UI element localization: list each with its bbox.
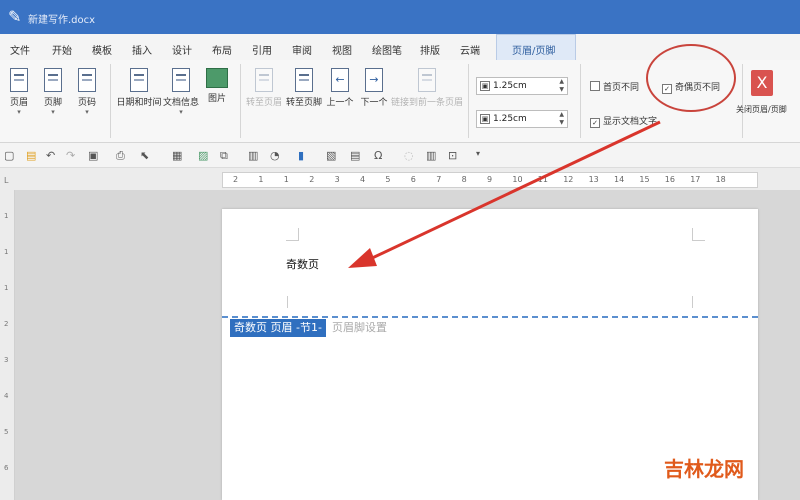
annotation-arrow bbox=[348, 120, 661, 268]
watermark-text: 吉林龙网 bbox=[664, 457, 744, 481]
annotation-arrow-head bbox=[348, 248, 377, 268]
annotation-arrow-line bbox=[367, 120, 661, 262]
